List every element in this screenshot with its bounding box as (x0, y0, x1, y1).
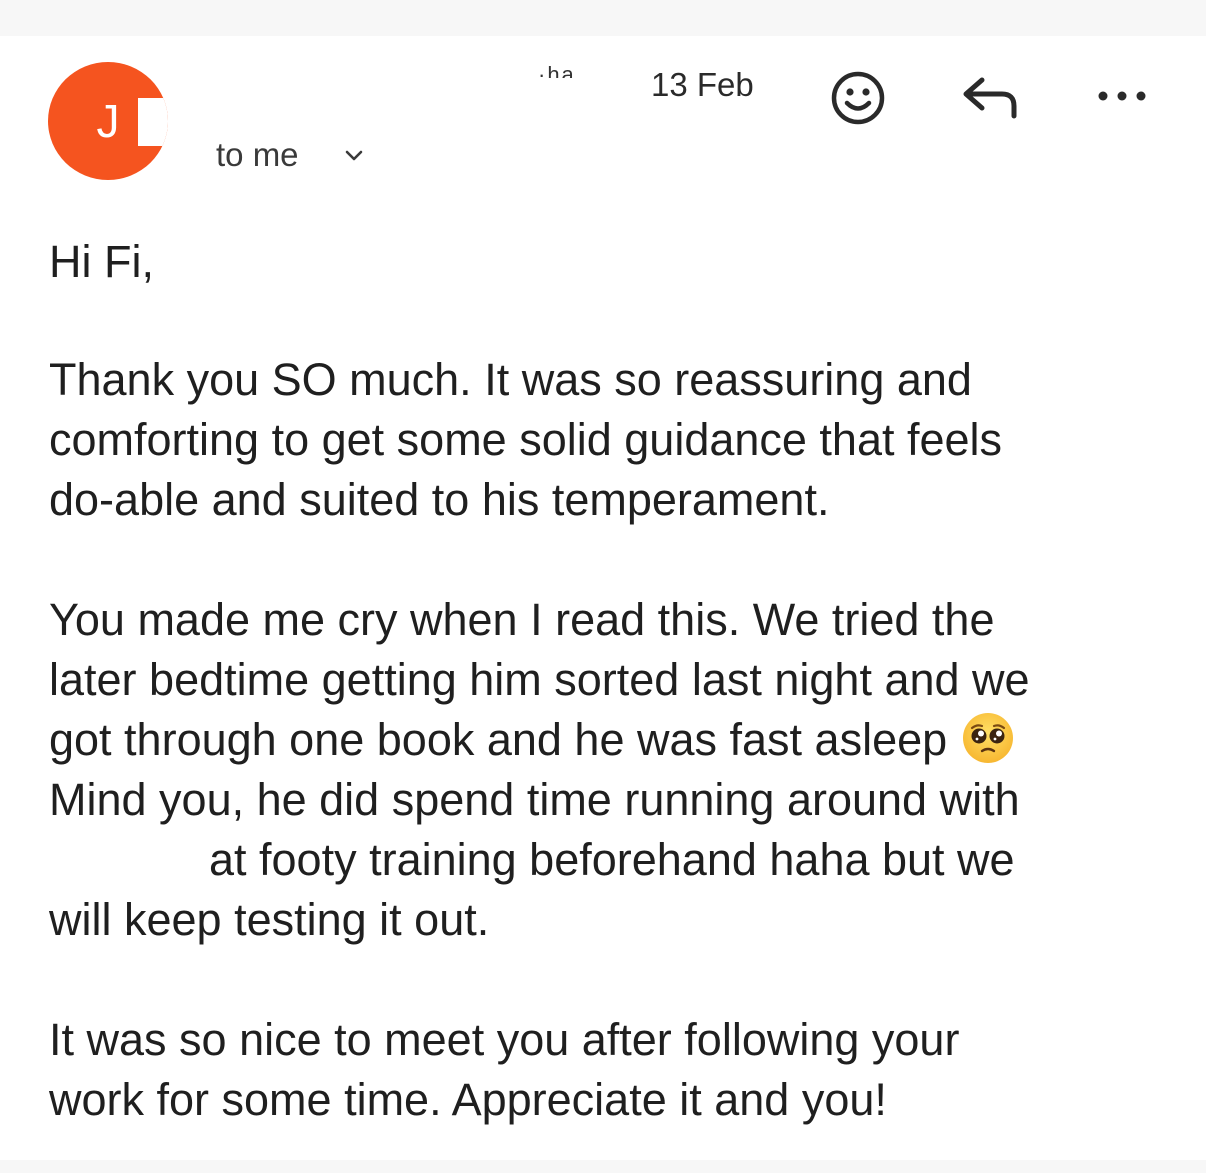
reply-icon[interactable] (960, 74, 1022, 120)
message-greeting: Hi Fi, (49, 236, 154, 287)
paragraph-line: It was so nice to meet you after followi… (49, 1014, 960, 1065)
avatar-initial: J (96, 95, 120, 147)
redacted-name: · ·-~· (49, 830, 209, 890)
more-options-icon[interactable] (1097, 86, 1147, 106)
paragraph-line: comforting to get some solid guidance th… (49, 414, 1003, 465)
paragraph-line: Mind you, he did spend time running arou… (49, 774, 1020, 825)
bottom-bar (0, 1160, 1206, 1173)
paragraph-line-text: at footy training beforehand haha but we (209, 834, 1015, 885)
message-paragraph-3: It was so nice to meet you after followi… (49, 1010, 959, 1130)
recipient-label[interactable]: to me (216, 136, 299, 174)
top-bar (0, 0, 1206, 36)
paragraph-line: You made me cry when I read this. We tri… (49, 594, 995, 645)
redacted-fragment: · ·-~· (79, 836, 178, 854)
message-paragraph-1: Thank you SO much. It was so reassuring … (49, 350, 1002, 530)
sender-name[interactable]: ·ha (538, 62, 576, 78)
pleading-face-emoji (963, 713, 1014, 763)
paragraph-line: later bedtime getting him sorted last ni… (49, 654, 1030, 705)
paragraph-line: work for some time. Appreciate it and yo… (49, 1074, 887, 1125)
paragraph-line: do-able and suited to his temperament. (49, 474, 830, 525)
paragraph-line: will keep testing it out. (49, 894, 490, 945)
paragraph-line-text: got through one book and he was fast asl… (49, 714, 948, 765)
paragraph-line: Thank you SO much. It was so reassuring … (49, 354, 972, 405)
message-paragraph-2: You made me cry when I read this. We tri… (49, 590, 1030, 950)
paragraph-line-with-emoji: got through one book and he was fast asl… (49, 710, 1030, 770)
message-date: 13 Feb (651, 66, 754, 103)
chevron-down-icon[interactable] (343, 145, 365, 167)
email-view: J ·ha 13 Feb to me Hi Fi, Thank you SO m… (0, 0, 1206, 1173)
paragraph-line-with-redaction: · ·-~· at footy training beforehand haha … (49, 830, 1030, 890)
smiley-icon[interactable] (830, 70, 886, 126)
